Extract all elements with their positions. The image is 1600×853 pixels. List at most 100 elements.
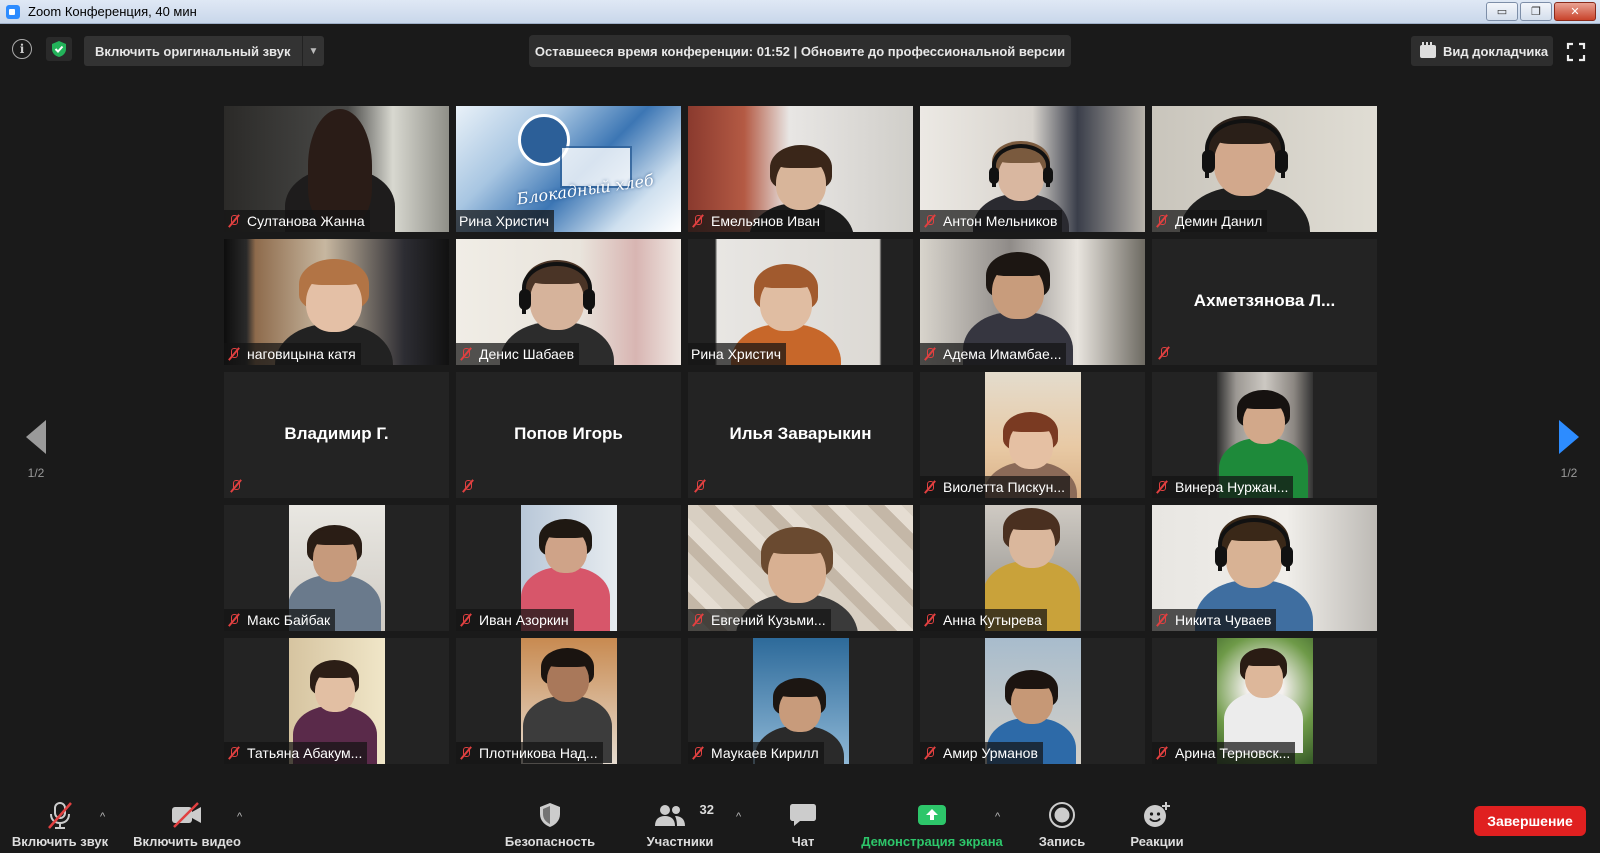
participant-name: Винера Нуржан...	[1175, 479, 1289, 495]
participant-tile[interactable]: Ахметзянова Л...	[1152, 239, 1377, 365]
speaker-view-button[interactable]: Вид докладчика	[1411, 36, 1553, 66]
participant-tile[interactable]: Амир Урманов	[920, 638, 1145, 764]
previous-page-button[interactable]: 1/2	[16, 420, 56, 480]
participant-tile[interactable]: Демин Данил	[1152, 106, 1377, 232]
microphone-muted-icon	[923, 613, 937, 627]
participant-tile[interactable]: Татьяна Абакум...	[224, 638, 449, 764]
audio-options-caret[interactable]: ^	[100, 811, 105, 823]
meeting-top-bar: i Включить оригинальный звук ▼ Оставшеес…	[0, 25, 1600, 73]
participant-tile[interactable]: Евгений Кузьми...	[688, 505, 913, 631]
microphone-muted-icon	[693, 479, 707, 493]
share-screen-label: Демонстрация экрана	[861, 834, 1003, 849]
arrow-right-icon	[1559, 420, 1579, 454]
participant-tile[interactable]: Плотникова Над...	[456, 638, 681, 764]
microphone-muted-icon	[1155, 746, 1169, 760]
participant-nameplate: Демин Данил	[1152, 210, 1268, 232]
microphone-muted-icon	[923, 746, 937, 760]
participant-nameplate: Денис Шабаев	[456, 343, 580, 365]
participant-name: Илья Заварыкин	[729, 424, 872, 443]
participant-name: Рина Христич	[691, 346, 782, 362]
start-video-button[interactable]: Включить видео	[131, 777, 243, 853]
participant-tile[interactable]: Адема Имамбае...	[920, 239, 1145, 365]
microphone-muted-icon	[923, 347, 937, 361]
microphone-muted-icon	[227, 214, 241, 228]
participant-name: Виолетта Пискун...	[943, 479, 1066, 495]
participant-tile[interactable]: Антон Мельников	[920, 106, 1145, 232]
participant-nameplate: Никита Чуваев	[1152, 609, 1277, 631]
chevron-down-icon[interactable]: ▼	[302, 36, 324, 66]
security-button[interactable]: Безопасность	[500, 777, 600, 853]
remaining-time-banner[interactable]: Оставшееся время конференции: 01:52 | Об…	[529, 35, 1071, 67]
reactions-label: Реакции	[1130, 834, 1184, 849]
participant-name: Демин Данил	[1175, 213, 1263, 229]
microphone-muted-icon	[923, 480, 937, 494]
start-video-label: Включить видео	[133, 834, 241, 849]
participant-name: Маукаев Кирилл	[711, 745, 819, 761]
reactions-button[interactable]: Реакции	[1124, 777, 1190, 853]
unmute-button[interactable]: Включить звук	[8, 777, 112, 853]
participant-nameplate: Антон Мельников	[920, 210, 1063, 232]
participant-tile[interactable]: Султанова Жанна	[224, 106, 449, 232]
participant-tile[interactable]: Емельянов Иван	[688, 106, 913, 232]
participant-name: Денис Шабаев	[479, 346, 575, 362]
participant-nameplate: Арина Терновск...	[1152, 742, 1296, 764]
participant-tile[interactable]: Попов Игорь	[456, 372, 681, 498]
close-button[interactable]: ✕	[1554, 2, 1596, 21]
participant-tile[interactable]: Макс Байбак	[224, 505, 449, 631]
participant-tile[interactable]: наговицына катя	[224, 239, 449, 365]
speaker-view-icon	[1420, 41, 1436, 58]
page-indicator-left: 1/2	[27, 466, 45, 480]
microphone-muted-icon	[691, 746, 705, 760]
participant-tile[interactable]: Илья Заварыкин	[688, 372, 913, 498]
participant-tile[interactable]: Блокадный хлеб Рина Христич	[456, 106, 681, 232]
minimize-button[interactable]: ▭	[1486, 2, 1518, 21]
participant-tile[interactable]: Рина Христич	[688, 239, 913, 365]
participant-tile[interactable]: Анна Кутырева	[920, 505, 1145, 631]
info-icon[interactable]: i	[12, 39, 32, 59]
participants-button[interactable]: 32 Участники	[640, 777, 720, 853]
meeting-toolbar: Включить звук ^ Включить видео ^ Безопас…	[0, 777, 1600, 853]
participant-nameplate: Виолетта Пискун...	[920, 476, 1071, 498]
microphone-muted-icon	[227, 746, 241, 760]
shield-icon	[540, 803, 560, 827]
security-label: Безопасность	[504, 834, 596, 849]
participant-name: наговицына катя	[247, 346, 356, 362]
next-page-button[interactable]: 1/2	[1549, 420, 1589, 480]
participant-nameplate: Татьяна Абакум...	[224, 742, 368, 764]
participant-tile[interactable]: Иван Азоркин	[456, 505, 681, 631]
video-options-caret[interactable]: ^	[237, 811, 242, 823]
chat-button[interactable]: Чат	[780, 777, 826, 853]
encryption-shield-button[interactable]	[46, 37, 72, 61]
participant-nameplate: Винера Нуржан...	[1152, 476, 1294, 498]
participant-name: Рина Христич	[459, 213, 550, 229]
microphone-muted-icon	[227, 613, 241, 627]
participant-tile[interactable]: Владимир Г.	[224, 372, 449, 498]
original-sound-button[interactable]: Включить оригинальный звук ▼	[84, 36, 324, 66]
record-button[interactable]: Запись	[1032, 777, 1092, 853]
microphone-muted-icon	[1155, 480, 1169, 494]
participant-tile[interactable]: Виолетта Пискун...	[920, 372, 1145, 498]
chat-label: Чат	[791, 834, 815, 849]
microphone-muted-icon	[1155, 613, 1169, 627]
participant-tile[interactable]: Денис Шабаев	[456, 239, 681, 365]
participant-nameplate: Евгений Кузьми...	[688, 609, 831, 631]
unmute-label: Включить звук	[11, 834, 109, 849]
end-meeting-button[interactable]: Завершение	[1474, 806, 1586, 836]
restore-button[interactable]: ❐	[1520, 2, 1552, 21]
participant-name: Никита Чуваев	[1175, 612, 1272, 628]
record-icon	[1049, 802, 1075, 828]
participant-nameplate: Амир Урманов	[920, 742, 1043, 764]
participant-nameplate: Рина Христич	[456, 210, 555, 232]
participant-tile[interactable]: Маукаев Кирилл	[688, 638, 913, 764]
participants-options-caret[interactable]: ^	[736, 811, 741, 823]
participant-tile[interactable]: Винера Нуржан...	[1152, 372, 1377, 498]
participant-tile[interactable]: Никита Чуваев	[1152, 505, 1377, 631]
microphone-muted-icon	[459, 347, 473, 361]
window-title: Zoom Конференция, 40 мин	[28, 4, 197, 19]
smiley-add-icon	[1144, 802, 1170, 827]
participant-nameplate: Плотникова Над...	[456, 742, 603, 764]
fullscreen-icon[interactable]	[1566, 42, 1586, 62]
participant-tile[interactable]: Арина Терновск...	[1152, 638, 1377, 764]
share-options-caret[interactable]: ^	[995, 811, 1000, 823]
share-screen-button[interactable]: Демонстрация экрана	[852, 777, 1012, 853]
